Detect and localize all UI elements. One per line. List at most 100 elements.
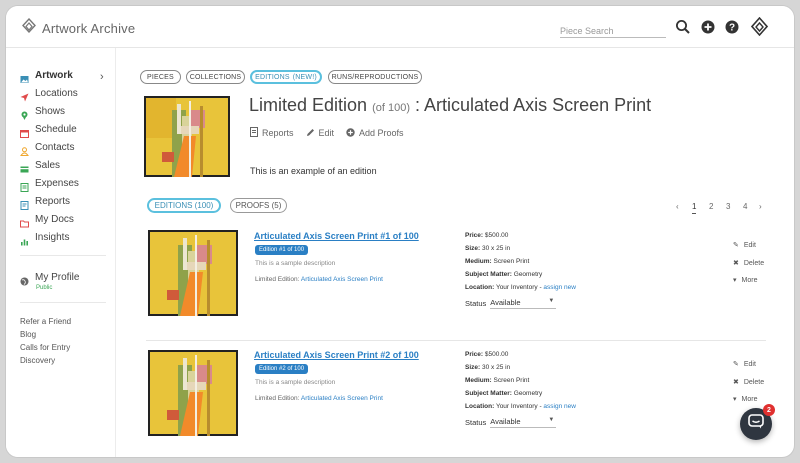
sidebar-item-expenses[interactable]: Expenses <box>20 176 79 192</box>
row-divider <box>146 340 766 341</box>
tab-editions-count[interactable]: EDITIONS (100) <box>147 198 221 213</box>
tab-collections[interactable]: COLLECTIONS <box>186 70 245 84</box>
edition-title-link[interactable]: Articulated Axis Screen Print #1 of 100 <box>254 231 419 241</box>
help-icon[interactable]: ? <box>724 19 740 35</box>
status-field: Status Available ▼ <box>465 298 557 309</box>
subject-value: Geometry <box>513 271 543 278</box>
search-field[interactable] <box>560 21 666 39</box>
tab-editions[interactable]: EDITIONS (NEW!) <box>250 70 322 84</box>
edit-button[interactable]: Edit <box>306 128 335 139</box>
meta-price: Price: $500.00 <box>465 232 508 239</box>
meta-location: Location: Your Inventory - assign new <box>465 284 576 291</box>
status-value: Available <box>490 298 521 307</box>
row-more-button[interactable]: ▾ More <box>733 276 757 285</box>
search-input[interactable] <box>560 23 666 39</box>
row-delete-button[interactable]: ✖ Delete <box>733 378 764 387</box>
row-edit-button[interactable]: ✎ Edit <box>733 360 756 369</box>
pager-page-4[interactable]: 4 <box>743 202 747 211</box>
tab-runs-reproductions[interactable]: RUNS/REPRODUCTIONS <box>328 70 422 84</box>
main-content: PIECES COLLECTIONS EDITIONS (NEW!) RUNS/R… <box>116 48 794 457</box>
row-delete-button[interactable]: ✖ Delete <box>733 259 765 268</box>
limited-edition-link[interactable]: Articulated Axis Screen Print <box>301 395 383 402</box>
pencil-icon <box>306 128 315 139</box>
user-icon <box>20 143 29 156</box>
assign-new-link[interactable]: assign new <box>543 284 576 291</box>
reports-button[interactable]: Reports <box>250 127 294 139</box>
status-select[interactable]: Available ▼ <box>490 417 557 428</box>
sidebar-item-my-docs[interactable]: My Docs <box>20 212 74 227</box>
search-icon[interactable] <box>675 19 691 35</box>
edition-description: This is a sample description <box>255 379 336 386</box>
edition-badge: Edition #2 of 100 <box>255 364 309 374</box>
location-value: Your Inventory <box>495 403 538 410</box>
report-icon <box>20 197 29 210</box>
footer-link-discovery[interactable]: Discovery <box>20 356 55 365</box>
sidebar-item-label: My Docs <box>35 213 74 225</box>
medium-value: Screen Print <box>493 377 530 384</box>
location-value: Your Inventory <box>495 284 538 291</box>
caret-down-icon: ▾ <box>733 277 737 284</box>
sidebar-item-artwork[interactable]: Artwork <box>20 68 73 83</box>
pager-prev[interactable]: ‹ <box>676 202 679 211</box>
sidebar-item-label: Insights <box>35 231 70 243</box>
limited-edition-line: Limited Edition: Articulated Axis Screen… <box>255 395 383 402</box>
add-icon[interactable] <box>700 19 716 35</box>
edition-title-link[interactable]: Articulated Axis Screen Print #2 of 100 <box>254 350 419 360</box>
brand[interactable]: Artwork Archive <box>22 17 135 38</box>
new-tag: (NEW!) <box>292 73 317 81</box>
limited-edition-line: Limited Edition: Articulated Axis Screen… <box>255 276 383 283</box>
sidebar-item-locations[interactable]: Locations <box>20 86 78 101</box>
medium-value: Screen Print <box>493 258 530 265</box>
sidebar-item-shows[interactable]: Shows <box>20 104 66 120</box>
sidebar-item-label: Schedule <box>35 123 77 135</box>
edition-badge: Edition #1 of 100 <box>255 245 309 255</box>
medium-label: Medium: <box>465 377 492 384</box>
account-logo-icon[interactable] <box>750 16 769 37</box>
subject-label: Subject Matter: <box>465 271 512 278</box>
sidebar-item-contacts[interactable]: Contacts <box>20 140 74 156</box>
sidebar-item-insights[interactable]: Insights <box>20 230 70 245</box>
sidebar-item-label: Shows <box>35 105 66 117</box>
status-select[interactable]: Available ▼ <box>490 298 557 309</box>
edition-thumbnail[interactable] <box>148 230 238 316</box>
sidebar-item-label: Reports <box>35 195 71 207</box>
caret-down-icon: ▼ <box>548 298 555 304</box>
sidebar-item-schedule[interactable]: Schedule <box>20 122 77 138</box>
limited-edition-link[interactable]: Articulated Axis Screen Print <box>301 276 383 283</box>
pager-page-3[interactable]: 3 <box>726 202 730 211</box>
meta-location: Location: Your Inventory - assign new <box>465 403 576 410</box>
caret-down-icon: ▾ <box>733 396 737 403</box>
add-proofs-button[interactable]: Add Proofs <box>346 127 404 139</box>
footer-link-blog[interactable]: Blog <box>20 330 36 339</box>
pager-next[interactable]: › <box>759 202 762 211</box>
row-edit-button[interactable]: ✎ Edit <box>733 241 756 250</box>
tab-proofs-count[interactable]: PROOFS (5) <box>230 198 287 213</box>
price-value: $500.00 <box>484 232 509 239</box>
row-more-button[interactable]: ▾ More <box>733 395 758 404</box>
row-more-label: More <box>741 395 758 403</box>
location-label: Location: <box>465 403 495 410</box>
pencil-icon: ✎ <box>733 361 739 368</box>
report-icon <box>250 127 258 139</box>
tab-pieces[interactable]: PIECES <box>140 70 181 84</box>
sidebar-item-my-profile[interactable]: My Profile <box>20 270 79 285</box>
pencil-icon: ✎ <box>733 242 739 249</box>
sidebar-divider <box>20 255 106 256</box>
sidebar-item-label: Sales <box>35 159 61 171</box>
pager-page-1[interactable]: 1 <box>692 202 697 214</box>
footer-link-refer[interactable]: Refer a Friend <box>20 317 71 326</box>
footer-link-calls[interactable]: Calls for Entry <box>20 343 70 352</box>
pager-page-2[interactable]: 2 <box>709 202 713 211</box>
edition-thumbnail[interactable] <box>148 350 238 436</box>
status-value: Available <box>490 417 521 426</box>
assign-new-link[interactable]: assign new <box>543 403 576 410</box>
sidebar-item-sales[interactable]: Sales <box>20 158 60 172</box>
row-delete-label: Delete <box>743 259 765 267</box>
edition-artwork-image[interactable] <box>144 96 230 177</box>
logo-icon <box>22 17 36 38</box>
edit-label: Edit <box>318 128 335 138</box>
subject-value: Geometry <box>513 390 543 397</box>
chevron-right-icon[interactable]: › <box>100 71 104 83</box>
sidebar-item-reports[interactable]: Reports <box>20 194 71 210</box>
meta-medium: Medium: Screen Print <box>465 377 529 384</box>
